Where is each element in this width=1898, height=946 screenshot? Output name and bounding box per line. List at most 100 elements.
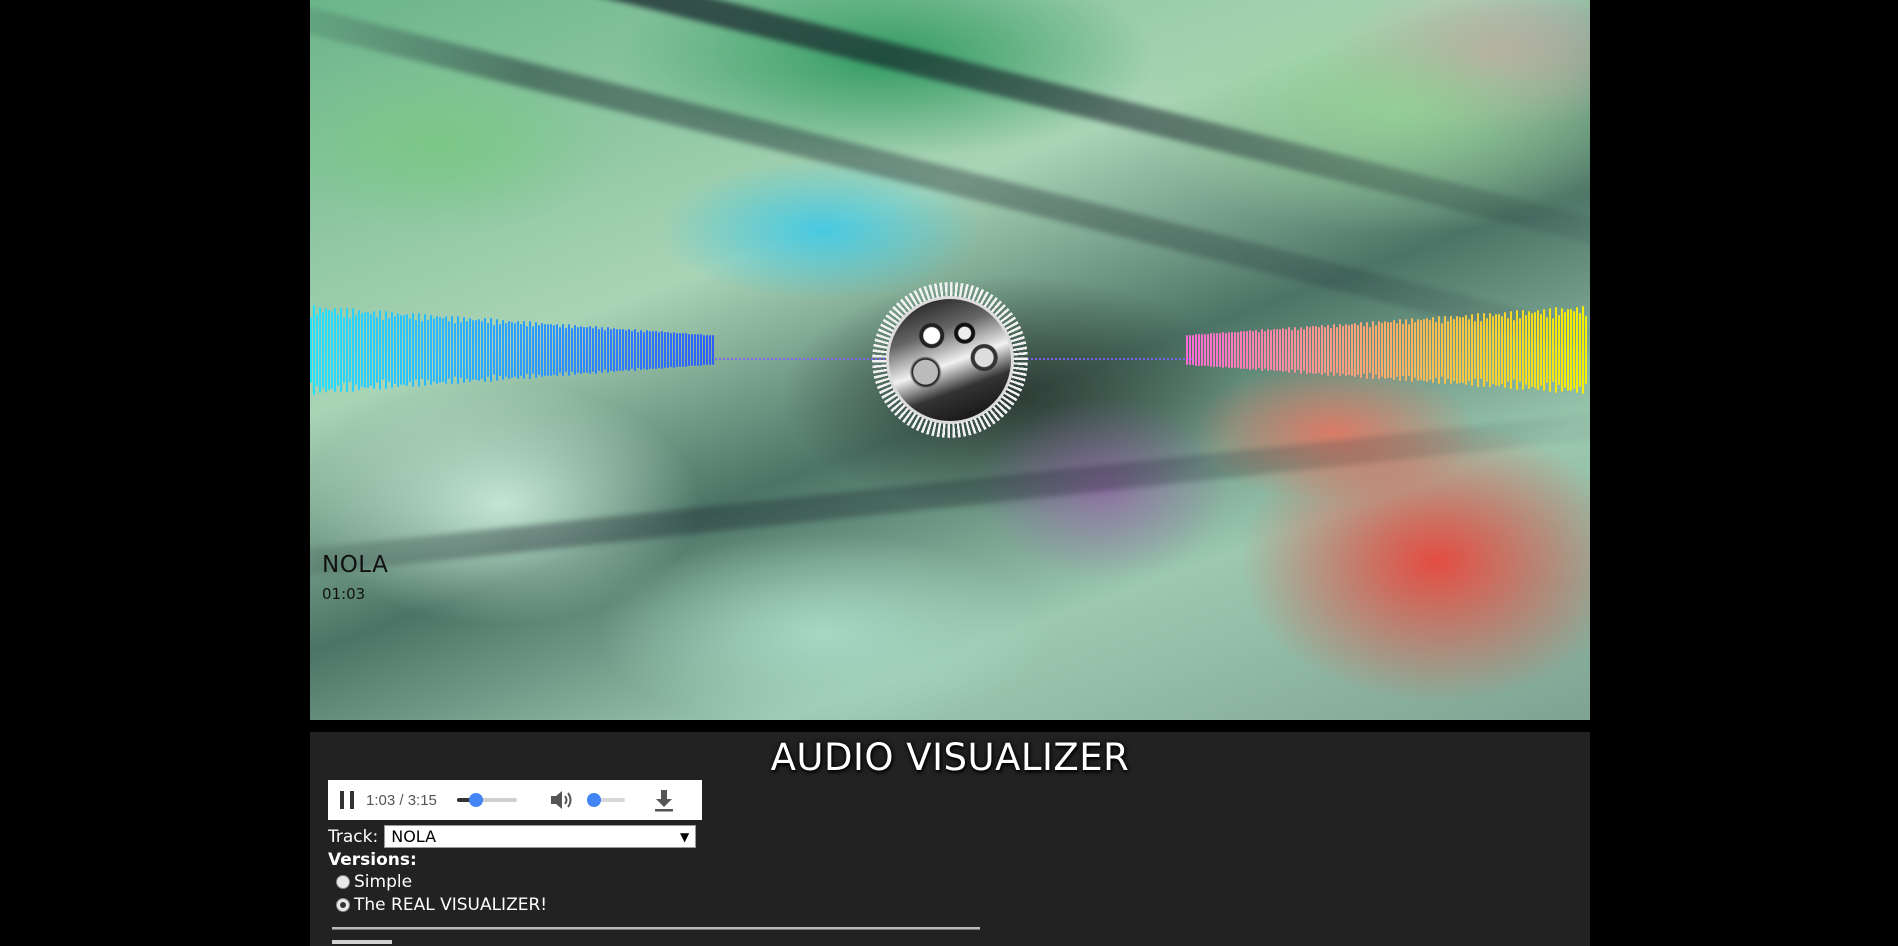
spectrum-bar	[1228, 331, 1230, 369]
spectrum-bar	[1441, 323, 1443, 377]
spectrum-bar	[1582, 305, 1584, 395]
spectrum-bar	[472, 319, 474, 381]
spectrum-bar	[322, 311, 324, 389]
radio-real-visualizer[interactable]	[336, 898, 350, 912]
spectrum-bar	[1339, 323, 1341, 377]
spectrum-bar	[364, 311, 366, 389]
track-label: Track	[328, 826, 373, 847]
spectrum-bar	[604, 329, 606, 371]
radio-simple[interactable]	[336, 875, 350, 889]
spectrum-bar	[1369, 326, 1371, 374]
spectrum-bar	[625, 329, 627, 371]
spectrum-bar	[1327, 324, 1329, 376]
spectrum-bar	[541, 322, 543, 378]
spectrum-bar	[379, 310, 381, 390]
version-option-simple[interactable]: Simple	[336, 872, 412, 892]
spectrum-bar	[1246, 331, 1248, 369]
spectrum-bar	[559, 326, 561, 374]
spectrum-bar	[1399, 319, 1401, 381]
spectrum-bar	[1495, 314, 1497, 386]
spectrum-bar	[1564, 311, 1566, 389]
spectrum-bar	[628, 328, 630, 372]
spectrum-bar	[475, 319, 477, 381]
spectrum-bar	[400, 314, 402, 386]
spectrum-bar	[520, 324, 522, 376]
volume-slider[interactable]	[587, 793, 625, 807]
spectrum-bar	[1459, 317, 1461, 383]
spectrum-bar	[373, 310, 375, 390]
spectrum-bar	[1555, 307, 1557, 393]
spectrum-bar	[391, 311, 393, 389]
seek-thumb[interactable]	[469, 793, 484, 807]
spectrum-bar	[1336, 327, 1338, 373]
spectrum-bar	[607, 327, 609, 373]
spectrum-bar	[406, 313, 408, 387]
spectrum-bar	[1318, 326, 1320, 374]
cut-off-text	[332, 938, 412, 946]
spectrum-bar	[1477, 313, 1479, 387]
pause-icon[interactable]	[340, 791, 354, 809]
spectrum-bar	[1237, 331, 1239, 369]
spectrum-bar	[1225, 333, 1227, 367]
volume-icon[interactable]	[549, 788, 575, 812]
spectrum-bar	[1378, 321, 1380, 379]
album-art-disc	[886, 296, 1014, 424]
spectrum-bar	[694, 333, 696, 367]
spectrum-bar	[1363, 325, 1365, 375]
spectrum-bar	[1264, 330, 1266, 370]
download-icon[interactable]	[653, 788, 675, 812]
spectrum-bar	[1288, 327, 1290, 373]
spectrum-bar	[1195, 334, 1197, 366]
version-label-real-visualizer: The REAL VISUALIZER!	[354, 895, 548, 915]
spectrum-bar	[637, 331, 639, 369]
spectrum-bar	[1426, 318, 1428, 382]
spectrum-bar	[670, 332, 672, 368]
spectrum-bar	[1381, 323, 1383, 377]
spectrum-bar	[1357, 324, 1359, 376]
spectrum-bar	[1501, 315, 1503, 385]
spectrum-bar	[1372, 321, 1374, 379]
spectrum-bar	[1486, 318, 1488, 382]
spectrum-bar	[517, 321, 519, 379]
spectrum-bar	[649, 331, 651, 369]
seek-slider[interactable]	[456, 793, 517, 807]
divider	[332, 927, 980, 930]
spectrum-bar	[1549, 307, 1551, 393]
spectrum-bar	[538, 325, 540, 375]
spectrum-bar	[1315, 326, 1317, 374]
spectrum-bar	[340, 307, 342, 393]
spectrum-bar	[1189, 334, 1191, 366]
spectrum-bar	[403, 315, 405, 385]
spectrum-bar	[1573, 310, 1575, 390]
spectrum-bar	[454, 322, 456, 378]
visualizer-canvas[interactable]: NOLA 01:03	[310, 0, 1590, 720]
spectrum-bar	[346, 307, 348, 393]
spectrum-bar	[388, 318, 390, 382]
spectrum-bar	[313, 305, 315, 395]
spectrum-bar	[430, 314, 432, 386]
spectrum-bar	[1324, 327, 1326, 373]
track-select[interactable]: NOLA ▼	[384, 825, 697, 848]
spectrum-bar	[490, 318, 492, 382]
volume-thumb[interactable]	[587, 793, 602, 807]
spectrum-bar	[631, 330, 633, 370]
spectrum-bar	[1462, 317, 1464, 383]
version-option-real-visualizer[interactable]: The REAL VISUALIZER!	[336, 895, 547, 915]
spectrum-bar	[682, 333, 684, 367]
spectrum-bar	[1279, 328, 1281, 371]
spectrum-bar	[1255, 329, 1257, 371]
spectrum-bar	[1258, 331, 1260, 369]
spectrum-bar	[436, 316, 438, 384]
spectrum-bar	[598, 329, 600, 371]
spectrum-bar	[1273, 328, 1275, 372]
spectrum-bar	[1393, 320, 1395, 380]
spectrum-bar	[1234, 331, 1236, 369]
spectrum-bar	[688, 333, 690, 367]
spectrum-bar	[1480, 320, 1482, 380]
spectrum-bar	[370, 314, 372, 386]
spectrum-bar	[1450, 315, 1452, 385]
spectrum-bar	[1396, 323, 1398, 377]
spectrum-bar	[514, 322, 516, 378]
spectrum-bar	[550, 323, 552, 377]
spectrum-bar	[1243, 331, 1245, 369]
